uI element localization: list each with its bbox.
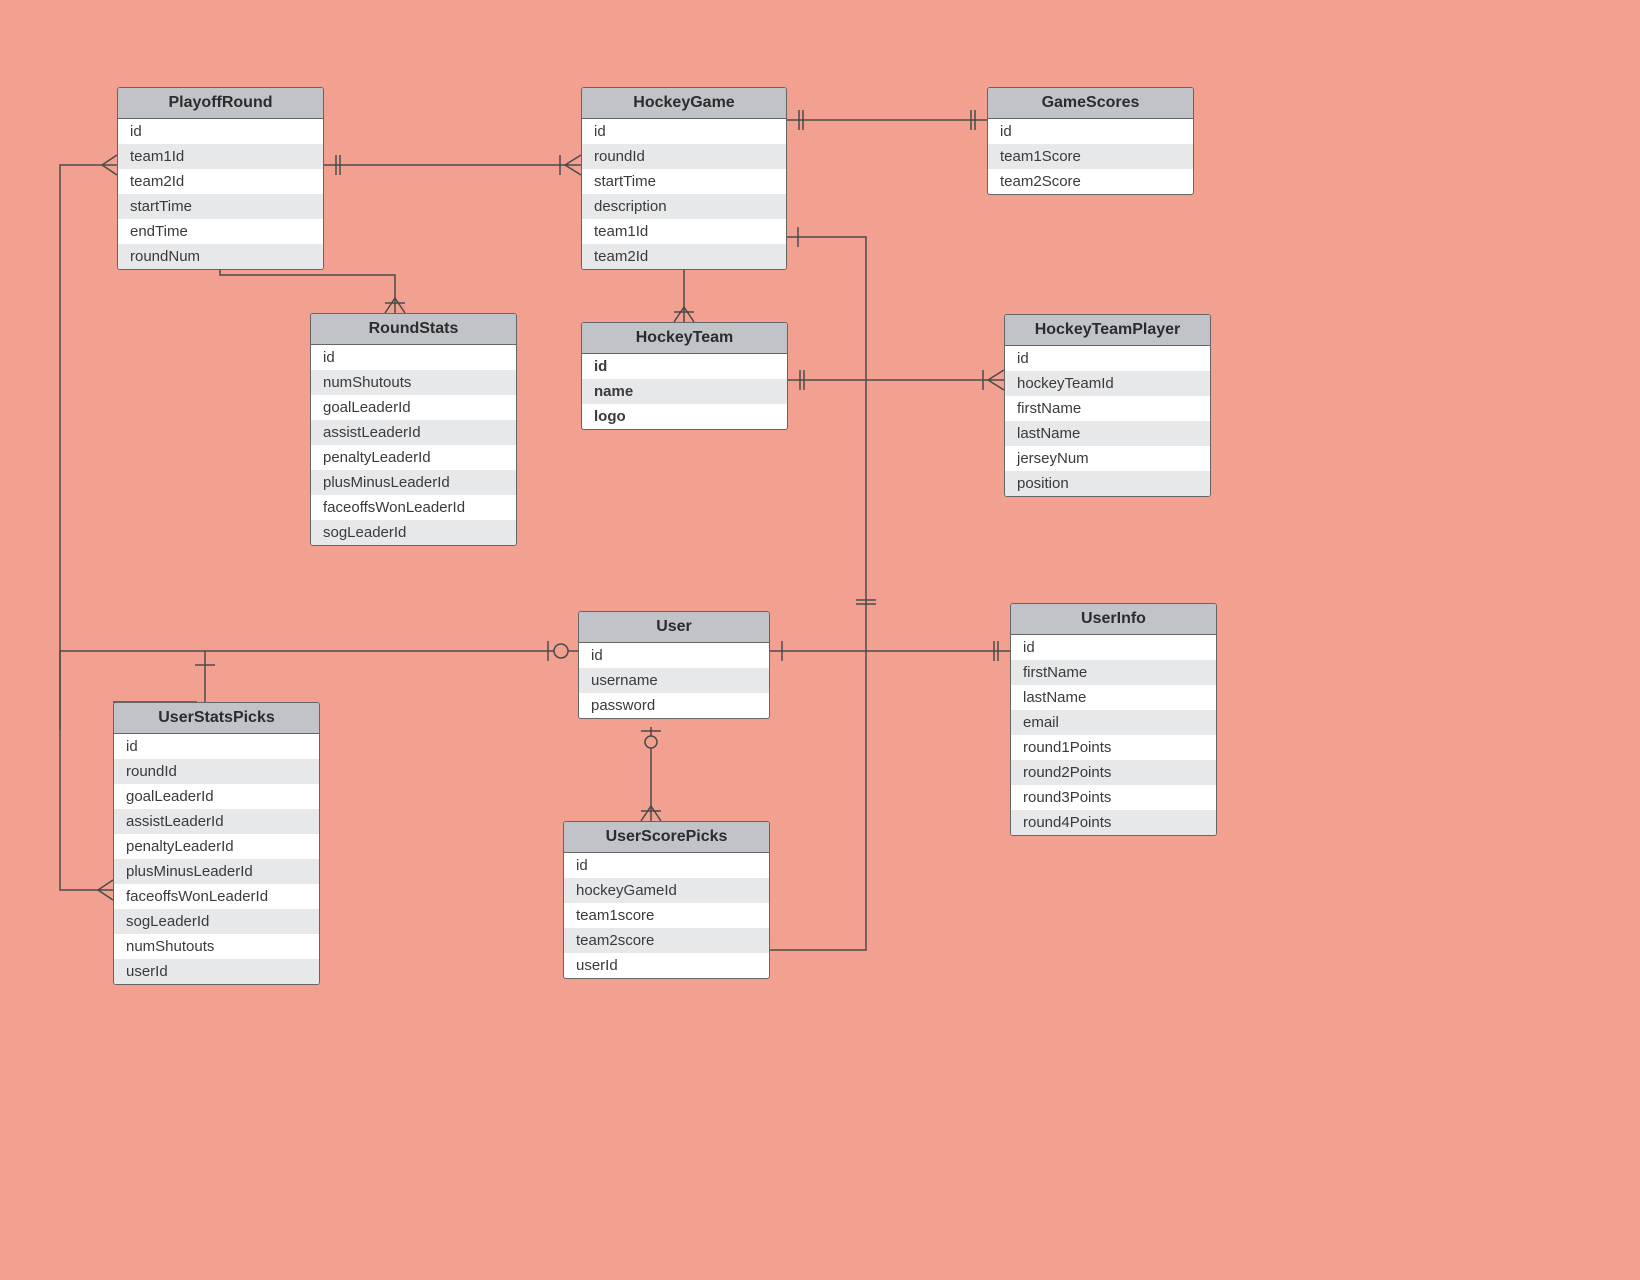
attr: email: [1011, 710, 1216, 735]
entity-hockeygame: HockeyGame id roundId startTime descript…: [581, 87, 787, 270]
entity-userscorepicks: UserScorePicks id hockeyGameId team1scor…: [563, 821, 770, 979]
attr: penaltyLeaderId: [311, 445, 516, 470]
attr: plusMinusLeaderId: [114, 859, 319, 884]
attr: id: [1011, 635, 1216, 660]
attr: firstName: [1011, 660, 1216, 685]
attr: round1Points: [1011, 735, 1216, 760]
attr: assistLeaderId: [311, 420, 516, 445]
attr: faceoffsWonLeaderId: [114, 884, 319, 909]
attr: logo: [582, 404, 787, 429]
attr: team2score: [564, 928, 769, 953]
attr: lastName: [1011, 685, 1216, 710]
attr: jerseyNum: [1005, 446, 1210, 471]
entity-title: RoundStats: [311, 314, 516, 345]
attr: team2Id: [582, 244, 786, 269]
attr: firstName: [1005, 396, 1210, 421]
attr: faceoffsWonLeaderId: [311, 495, 516, 520]
attr: penaltyLeaderId: [114, 834, 319, 859]
attr: goalLeaderId: [114, 784, 319, 809]
attr: id: [1005, 346, 1210, 371]
entity-title: HockeyGame: [582, 88, 786, 119]
attr: id: [579, 643, 769, 668]
entity-title: UserStatsPicks: [114, 703, 319, 734]
attr: id: [564, 853, 769, 878]
entity-title: UserScorePicks: [564, 822, 769, 853]
entity-hockeyteam: HockeyTeam id name logo: [581, 322, 788, 430]
entity-hockeyteamplayer: HockeyTeamPlayer id hockeyTeamId firstNa…: [1004, 314, 1211, 497]
attr: assistLeaderId: [114, 809, 319, 834]
entity-title: UserInfo: [1011, 604, 1216, 635]
attr: startTime: [582, 169, 786, 194]
attr: round2Points: [1011, 760, 1216, 785]
entity-roundstats: RoundStats id numShutouts goalLeaderId a…: [310, 313, 517, 546]
attr: id: [582, 119, 786, 144]
attr: round3Points: [1011, 785, 1216, 810]
attr: id: [118, 119, 323, 144]
attr: team2Id: [118, 169, 323, 194]
attr: userId: [114, 959, 319, 984]
attr: hockeyGameId: [564, 878, 769, 903]
attr: team1Id: [118, 144, 323, 169]
attr: roundId: [114, 759, 319, 784]
entity-title: HockeyTeam: [582, 323, 787, 354]
attr: numShutouts: [114, 934, 319, 959]
entity-user: User id username password: [578, 611, 770, 719]
entity-title: User: [579, 612, 769, 643]
entity-gamescores: GameScores id team1Score team2Score: [987, 87, 1194, 195]
attr: password: [579, 693, 769, 718]
entity-title: GameScores: [988, 88, 1193, 119]
attr: numShutouts: [311, 370, 516, 395]
attr: team2Score: [988, 169, 1193, 194]
attr: userId: [564, 953, 769, 978]
attr: plusMinusLeaderId: [311, 470, 516, 495]
attr: name: [582, 379, 787, 404]
attr: sogLeaderId: [114, 909, 319, 934]
attr: username: [579, 668, 769, 693]
attr: id: [988, 119, 1193, 144]
attr: team1Score: [988, 144, 1193, 169]
entity-userstatspicks: UserStatsPicks id roundId goalLeaderId a…: [113, 702, 320, 985]
attr: team1Id: [582, 219, 786, 244]
attr: position: [1005, 471, 1210, 496]
attr: id: [582, 354, 787, 379]
attr: roundId: [582, 144, 786, 169]
entity-title: HockeyTeamPlayer: [1005, 315, 1210, 346]
attr: startTime: [118, 194, 323, 219]
attr: hockeyTeamId: [1005, 371, 1210, 396]
entity-playoffround: PlayoffRound id team1Id team2Id startTim…: [117, 87, 324, 270]
attr: description: [582, 194, 786, 219]
attr: sogLeaderId: [311, 520, 516, 545]
entity-userinfo: UserInfo id firstName lastName email rou…: [1010, 603, 1217, 836]
attr: lastName: [1005, 421, 1210, 446]
entity-title: PlayoffRound: [118, 88, 323, 119]
attr: id: [311, 345, 516, 370]
attr: team1score: [564, 903, 769, 928]
attr: roundNum: [118, 244, 323, 269]
attr: id: [114, 734, 319, 759]
attr: round4Points: [1011, 810, 1216, 835]
attr: endTime: [118, 219, 323, 244]
attr: goalLeaderId: [311, 395, 516, 420]
